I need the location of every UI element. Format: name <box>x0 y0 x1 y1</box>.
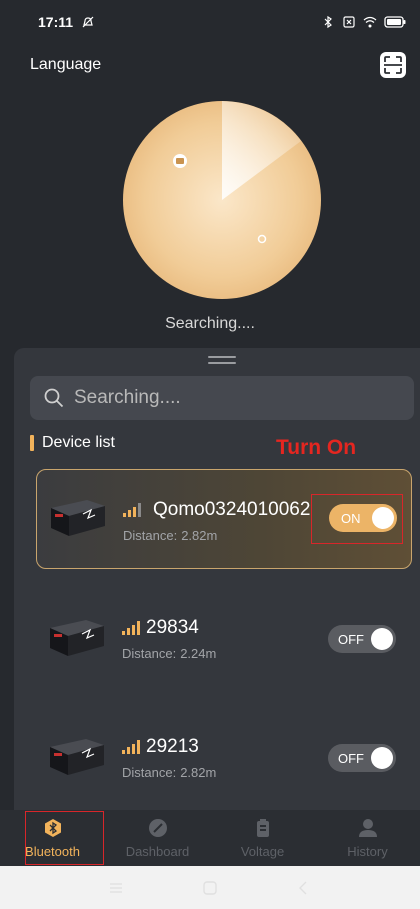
dashboard-icon <box>148 818 167 837</box>
distance-value: 2.82m <box>180 765 217 780</box>
searching-caption: Searching.... <box>165 315 255 332</box>
search-input[interactable] <box>74 387 374 409</box>
scan-button[interactable] <box>380 52 406 78</box>
turn-on-annotation: Turn On <box>276 436 357 459</box>
battery-status-icon <box>384 16 406 28</box>
signal-strength-icon <box>122 740 140 754</box>
highlight-box <box>311 494 403 544</box>
device-sheet: Device list Turn On Qomo0324010062 Dista… <box>14 348 420 810</box>
battery-icon <box>256 818 269 837</box>
nav-label: Dashboard <box>125 843 190 859</box>
distance-value: 2.82m <box>181 528 218 543</box>
radar-scanner <box>123 101 321 299</box>
signal-strength-icon <box>123 503 141 517</box>
battery-device-image <box>50 620 104 656</box>
status-left: 17:11 <box>38 14 95 30</box>
bluetooth-status-icon <box>324 15 332 29</box>
toggle-state-label: OFF <box>338 751 364 766</box>
mute-icon <box>82 16 94 28</box>
device-distance: Distance: 2.82m <box>122 765 216 780</box>
device-name: Qomo0324010062 <box>153 499 311 520</box>
nav-item-dashboard[interactable]: Dashboard <box>105 810 210 866</box>
user-icon <box>358 818 377 837</box>
radar-blip <box>257 234 267 244</box>
distance-label: Distance: <box>122 646 177 661</box>
battery-device-image <box>50 739 104 775</box>
back-icon[interactable] <box>296 880 312 896</box>
distance-value: 2.24m <box>180 646 217 661</box>
status-time: 17:11 <box>38 14 74 30</box>
device-name: 29213 <box>146 736 199 757</box>
device-card-1[interactable]: 29834 Distance: 2.24m OFF <box>36 590 412 690</box>
nav-item-voltage[interactable]: Voltage <box>210 810 315 866</box>
device-distance: Distance: 2.82m <box>123 528 217 543</box>
device-toggle-switch[interactable]: OFF <box>328 744 396 772</box>
battery-device-image <box>51 500 105 536</box>
device-list-header: Device list <box>30 434 115 452</box>
device-distance: Distance: 2.24m <box>122 646 216 661</box>
status-right <box>321 15 406 29</box>
toggle-knob <box>371 747 393 769</box>
drag-handle[interactable] <box>208 356 236 364</box>
radar-sweep <box>173 101 301 244</box>
search-icon <box>44 388 64 408</box>
device-list-title: Device list <box>42 434 115 451</box>
distance-label: Distance: <box>123 528 178 543</box>
scan-icon <box>384 56 402 74</box>
device-name: 29834 <box>146 617 199 638</box>
toggle-state-label: OFF <box>338 632 364 647</box>
language-button[interactable]: Language <box>30 56 101 74</box>
toggle-knob <box>371 628 393 650</box>
nav-item-history[interactable]: History <box>315 810 420 866</box>
radar-device-icon <box>173 154 187 168</box>
menu-icon[interactable] <box>108 880 124 896</box>
wifi-icon <box>363 16 377 28</box>
device-toggle-switch[interactable]: OFF <box>328 625 396 653</box>
nav-label: History <box>347 843 388 859</box>
home-icon[interactable] <box>202 880 218 896</box>
header: Language <box>0 48 420 82</box>
nav-label: Voltage <box>240 843 285 859</box>
signal-strength-icon <box>122 621 140 635</box>
sim-icon <box>343 16 355 28</box>
system-nav-bar <box>0 866 420 909</box>
device-card-2[interactable]: 29213 Distance: 2.82m OFF <box>36 709 412 809</box>
search-box[interactable] <box>30 376 414 420</box>
status-bar: 17:11 <box>0 0 420 44</box>
distance-label: Distance: <box>122 765 177 780</box>
nav-highlight-box <box>25 811 104 865</box>
section-accent-bar <box>30 435 34 451</box>
